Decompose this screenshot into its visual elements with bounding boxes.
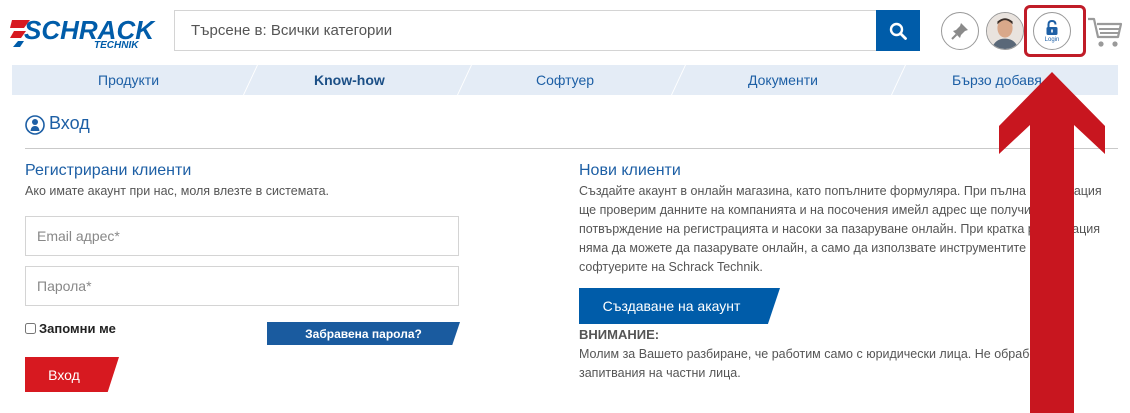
new-customers-line: няма да можете да пазарувате онлайн, а с… [579, 241, 1037, 255]
search-bar [174, 10, 920, 51]
warning-line: запитвания на частни лица. [579, 366, 741, 380]
nav-separator [671, 65, 686, 95]
email-field[interactable] [25, 216, 459, 256]
nav-item-documents[interactable]: Документи [748, 65, 818, 95]
new-customers-heading: Нови клиенти [579, 162, 681, 179]
login-button[interactable]: Login [1033, 12, 1071, 50]
remember-checkbox[interactable] [25, 323, 36, 334]
forgot-password-button[interactable]: Забравена парола? [267, 322, 460, 345]
warning-heading: ВНИМАНИЕ: [579, 327, 660, 342]
logo-subname: TECHNIK [94, 40, 139, 50]
annotation-arrow-icon [999, 72, 1105, 413]
user-avatar [987, 13, 1023, 49]
remember-label: Запомни ме [39, 321, 116, 336]
nav-item-software[interactable]: Софтуер [536, 65, 594, 95]
pin-icon [951, 23, 968, 40]
login-label: Login [1044, 36, 1060, 43]
nav-item-know-how[interactable]: Know-how [314, 65, 385, 95]
new-customers-line: ще проверим данните на компанията и на п… [579, 203, 1044, 217]
registered-heading: Регистрирани клиенти [25, 162, 192, 179]
cart-icon[interactable] [1087, 15, 1123, 49]
new-customers-line: софтуерите на Schrack Technik. [579, 260, 763, 274]
lock-icon [1046, 19, 1058, 35]
registered-note: Ако имате акаунт при нас, моля влезте в … [25, 184, 330, 198]
login-submit-button[interactable]: Вход [25, 357, 119, 392]
remember-me[interactable]: Запомни ме [25, 321, 116, 336]
title-divider [25, 148, 1118, 149]
nav-separator [891, 65, 906, 95]
main-nav: Продукти Know-how Софтуер Документи Бърз… [12, 65, 1118, 95]
nav-item-products[interactable]: Продукти [98, 65, 159, 95]
page-title: Вход [49, 113, 90, 133]
create-account-button[interactable]: Създаване на акаунт [579, 288, 780, 324]
password-field[interactable] [25, 266, 459, 306]
search-input[interactable] [174, 10, 876, 51]
user-icon [25, 115, 45, 135]
schrack-logo[interactable]: SCHRACK TECHNIK [10, 14, 158, 50]
user-avatar-button[interactable] [986, 12, 1024, 50]
search-button[interactable] [876, 10, 920, 51]
pin-button[interactable] [941, 12, 979, 50]
nav-separator [243, 65, 258, 95]
search-icon [889, 22, 907, 40]
nav-separator [457, 65, 472, 95]
